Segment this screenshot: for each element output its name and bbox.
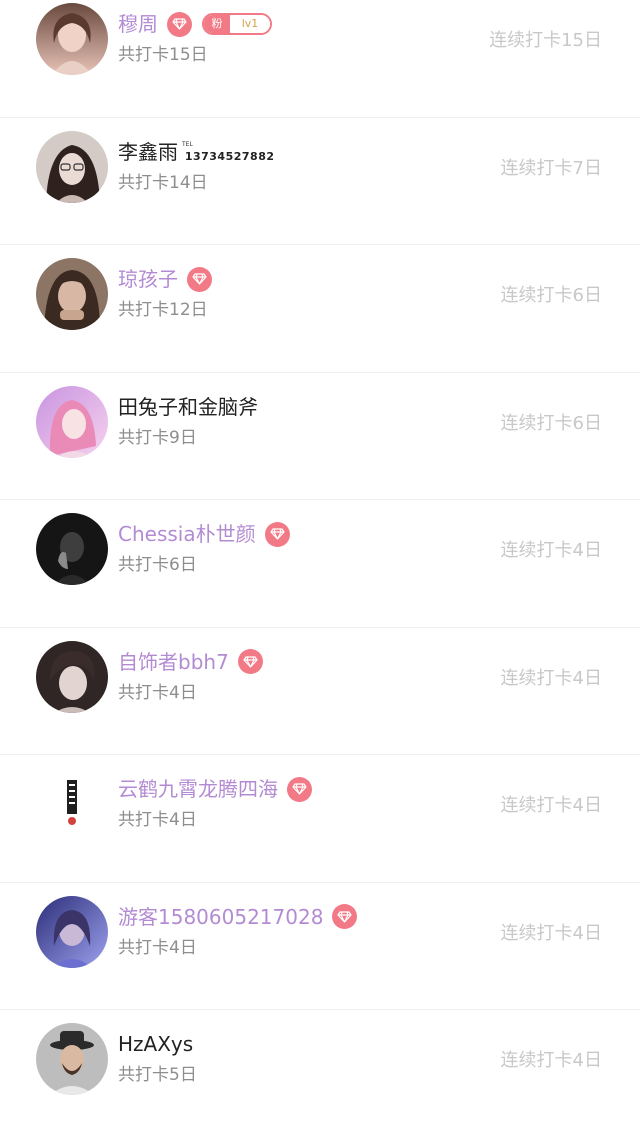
- list-item[interactable]: Chessia朴世颜 共打卡6日 连续打卡4日: [0, 500, 640, 628]
- user-name[interactable]: 李鑫雨: [118, 138, 178, 166]
- user-name[interactable]: HzAXys: [118, 1030, 193, 1058]
- total-checkin-days: 共打卡5日: [118, 1065, 197, 1085]
- fan-badge-label: 粉: [204, 15, 230, 33]
- avatar[interactable]: [36, 895, 108, 968]
- user-name[interactable]: 琼孩子: [118, 265, 178, 293]
- list-item[interactable]: 云鹤九霄龙腾四海 共打卡4日 连续打卡4日: [0, 755, 640, 883]
- total-checkin-days: 共打卡12日: [118, 300, 208, 320]
- user-name[interactable]: 田兔子和金脑斧: [118, 393, 258, 421]
- total-checkin-days: 共打卡15日: [118, 45, 208, 65]
- avatar[interactable]: [36, 640, 108, 713]
- total-checkin-days: 共打卡14日: [118, 172, 208, 193]
- avatar[interactable]: [36, 130, 108, 203]
- list-item[interactable]: HzAXys 共打卡5日 连续打卡4日: [0, 1010, 640, 1138]
- list-item[interactable]: 游客1580605217028 共打卡4日 连续打卡4日: [0, 883, 640, 1010]
- list-item[interactable]: 田兔子和金脑斧 共打卡9日 连续打卡6日: [0, 373, 640, 500]
- user-name[interactable]: 自饰者bbh7: [118, 648, 229, 676]
- checkin-ranking-list: 穆周 粉 lv1 共打卡15日 连续打卡15日 李鑫雨 TEL 13734527…: [0, 0, 640, 1138]
- diamond-icon: [264, 521, 290, 547]
- diamond-icon: [287, 776, 312, 802]
- diamond-icon: [167, 11, 192, 37]
- consecutive-checkin-days: 连续打卡15日: [489, 30, 602, 51]
- user-name[interactable]: 穆周: [118, 10, 158, 38]
- consecutive-checkin-days: 连续打卡4日: [500, 667, 602, 689]
- list-item[interactable]: 琼孩子 共打卡12日 连续打卡6日: [0, 245, 640, 373]
- user-name[interactable]: Chessia朴世颜: [118, 520, 256, 548]
- user-name[interactable]: 云鹤九霄龙腾四海: [118, 775, 278, 803]
- avatar[interactable]: [36, 513, 108, 585]
- list-item[interactable]: 李鑫雨 TEL 13734527882 共打卡14日 连续打卡7日: [0, 118, 640, 245]
- consecutive-checkin-days: 连续打卡4日: [500, 540, 602, 561]
- consecutive-checkin-days: 连续打卡4日: [500, 1050, 602, 1071]
- avatar[interactable]: [36, 1023, 108, 1095]
- tel-number: 13734527882: [184, 149, 275, 163]
- tel-label: TEL: [182, 140, 193, 148]
- total-checkin-days: 共打卡4日: [118, 682, 197, 703]
- fan-level-badge: 粉 lv1: [202, 13, 272, 35]
- total-checkin-days: 共打卡4日: [118, 937, 197, 958]
- total-checkin-days: 共打卡6日: [118, 555, 197, 575]
- fan-badge-level: lv1: [230, 15, 270, 33]
- avatar[interactable]: [36, 768, 108, 840]
- diamond-icon: [237, 649, 263, 674]
- list-item[interactable]: 自饰者bbh7 共打卡4日 连续打卡4日: [0, 628, 640, 755]
- list-item[interactable]: 穆周 粉 lv1 共打卡15日 连续打卡15日: [0, 0, 640, 118]
- consecutive-checkin-days: 连续打卡4日: [500, 795, 602, 816]
- consecutive-checkin-days: 连续打卡6日: [500, 285, 602, 306]
- avatar[interactable]: [36, 3, 108, 75]
- user-name[interactable]: 游客1580605217028: [118, 903, 323, 931]
- avatar[interactable]: [36, 385, 108, 458]
- consecutive-checkin-days: 连续打卡6日: [500, 412, 602, 434]
- total-checkin-days: 共打卡4日: [118, 810, 197, 830]
- diamond-icon: [332, 904, 358, 929]
- total-checkin-days: 共打卡9日: [118, 427, 197, 448]
- diamond-icon: [187, 266, 212, 292]
- consecutive-checkin-days: 连续打卡7日: [500, 157, 602, 179]
- consecutive-checkin-days: 连续打卡4日: [500, 922, 602, 944]
- phone-contact: TEL 13734527882: [182, 138, 275, 166]
- avatar[interactable]: [36, 258, 108, 330]
